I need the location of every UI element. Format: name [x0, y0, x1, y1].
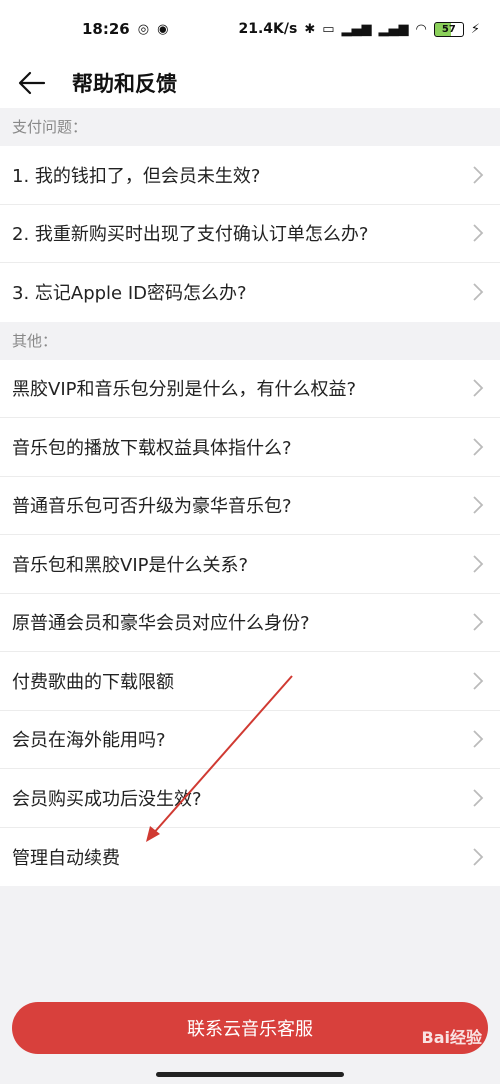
faq-item-label: 1. 我的钱扣了，但会员未生效?	[12, 165, 261, 187]
charging-icon: ⚡	[470, 21, 480, 37]
contact-support-button[interactable]: 联系云音乐客服	[12, 1002, 488, 1054]
chevron-right-icon	[473, 789, 484, 807]
chevron-right-icon	[473, 224, 484, 242]
bluetooth-icon: ✱	[304, 21, 316, 37]
app-header: 帮助和反馈	[0, 58, 500, 108]
vibrate-icon: ▭	[322, 21, 335, 37]
page-title: 帮助和反馈	[72, 72, 177, 96]
status-bar: 18:26 ◎ ◉ 21.4K/s ✱ ▭ ▂▄▆ ▂▄▆ ◠ 57 ⚡	[0, 0, 500, 58]
chevron-right-icon	[473, 283, 484, 301]
section-header-other: 其他：	[0, 321, 500, 360]
chevron-right-icon	[473, 438, 484, 456]
faq-item-label: 会员在海外能用吗?	[12, 730, 166, 752]
section-header-payment: 支付问题：	[0, 108, 500, 146]
network-speed: 21.4K/s	[238, 21, 298, 37]
faq-item-label: 音乐包的播放下载权益具体指什么?	[12, 437, 292, 459]
faq-item-confirm-order[interactable]: 2. 我重新购买时出现了支付确认订单怎么办?	[0, 205, 500, 263]
back-arrow-icon	[18, 71, 46, 95]
status-time: 18:26	[82, 20, 130, 38]
chevron-right-icon	[473, 613, 484, 631]
faq-item-download-limit[interactable]: 付费歌曲的下载限额	[0, 652, 500, 711]
faq-item-overseas[interactable]: 会员在海外能用吗?	[0, 711, 500, 769]
faq-item-old-membership[interactable]: 原普通会员和豪华会员对应什么身份?	[0, 594, 500, 652]
battery-level: 57	[441, 23, 456, 35]
faq-item-label: 普通音乐包可否升级为豪华音乐包?	[12, 496, 292, 518]
faq-item-purchase-not-active[interactable]: 会员购买成功后没生效?	[0, 769, 500, 828]
signal-hd-icon: ▂▄▆	[341, 21, 372, 37]
back-button[interactable]	[18, 65, 54, 101]
chevron-right-icon	[473, 496, 484, 514]
faq-item-apple-id[interactable]: 3. 忘记Apple ID密码怎么办?	[0, 263, 500, 322]
watermark: Bai经验	[421, 1028, 482, 1047]
chevron-right-icon	[473, 379, 484, 397]
battery-icon: 57	[433, 21, 464, 37]
section-payment: 支付问题： 1. 我的钱扣了，但会员未生效? 2. 我重新购买时出现了支付确认订…	[0, 108, 500, 322]
faq-list-payment: 1. 我的钱扣了，但会员未生效? 2. 我重新购买时出现了支付确认订单怎么办? …	[0, 146, 500, 322]
home-indicator[interactable]	[156, 1072, 344, 1077]
chevron-right-icon	[473, 166, 484, 184]
wifi-icon: ◠	[415, 21, 427, 37]
faq-item-label: 3. 忘记Apple ID密码怎么办?	[12, 283, 247, 305]
faq-item-package-vip-relation[interactable]: 音乐包和黑胶VIP是什么关系?	[0, 535, 500, 594]
faq-item-label: 音乐包和黑胶VIP是什么关系?	[12, 554, 249, 576]
faq-item-vip-vs-package[interactable]: 黑胶VIP和音乐包分别是什么，有什么权益?	[0, 360, 500, 418]
chevron-right-icon	[473, 848, 484, 866]
faq-item-label: 会员购买成功后没生效?	[12, 788, 202, 810]
status-left: 18:26 ◎ ◉	[82, 20, 168, 38]
faq-item-label: 管理自动续费	[12, 847, 120, 869]
faq-item-label: 原普通会员和豪华会员对应什么身份?	[12, 613, 310, 635]
chevron-right-icon	[473, 672, 484, 690]
signal-hd-icon-2: ▂▄▆	[378, 21, 409, 37]
app-notification-icon: ◎	[137, 21, 150, 37]
section-other: 其他： 黑胶VIP和音乐包分别是什么，有什么权益? 音乐包的播放下载权益具体指什…	[0, 321, 500, 887]
faq-item-money-deducted[interactable]: 1. 我的钱扣了，但会员未生效?	[0, 146, 500, 205]
faq-item-upgrade-package[interactable]: 普通音乐包可否升级为豪华音乐包?	[0, 477, 500, 535]
faq-item-package-rights[interactable]: 音乐包的播放下载权益具体指什么?	[0, 418, 500, 477]
faq-item-label: 付费歌曲的下载限额	[12, 671, 174, 693]
faq-list-other: 黑胶VIP和音乐包分别是什么，有什么权益? 音乐包的播放下载权益具体指什么? 普…	[0, 359, 500, 887]
faq-item-manage-auto-renew[interactable]: 管理自动续费	[0, 828, 500, 887]
faq-item-label: 2. 我重新购买时出现了支付确认订单怎么办?	[12, 224, 369, 246]
status-right: 21.4K/s ✱ ▭ ▂▄▆ ▂▄▆ ◠ 57 ⚡	[238, 21, 480, 37]
chevron-right-icon	[473, 555, 484, 573]
faq-item-label: 黑胶VIP和音乐包分别是什么，有什么权益?	[12, 379, 357, 401]
app-notification-icon-2: ◉	[157, 21, 169, 37]
chevron-right-icon	[473, 730, 484, 748]
